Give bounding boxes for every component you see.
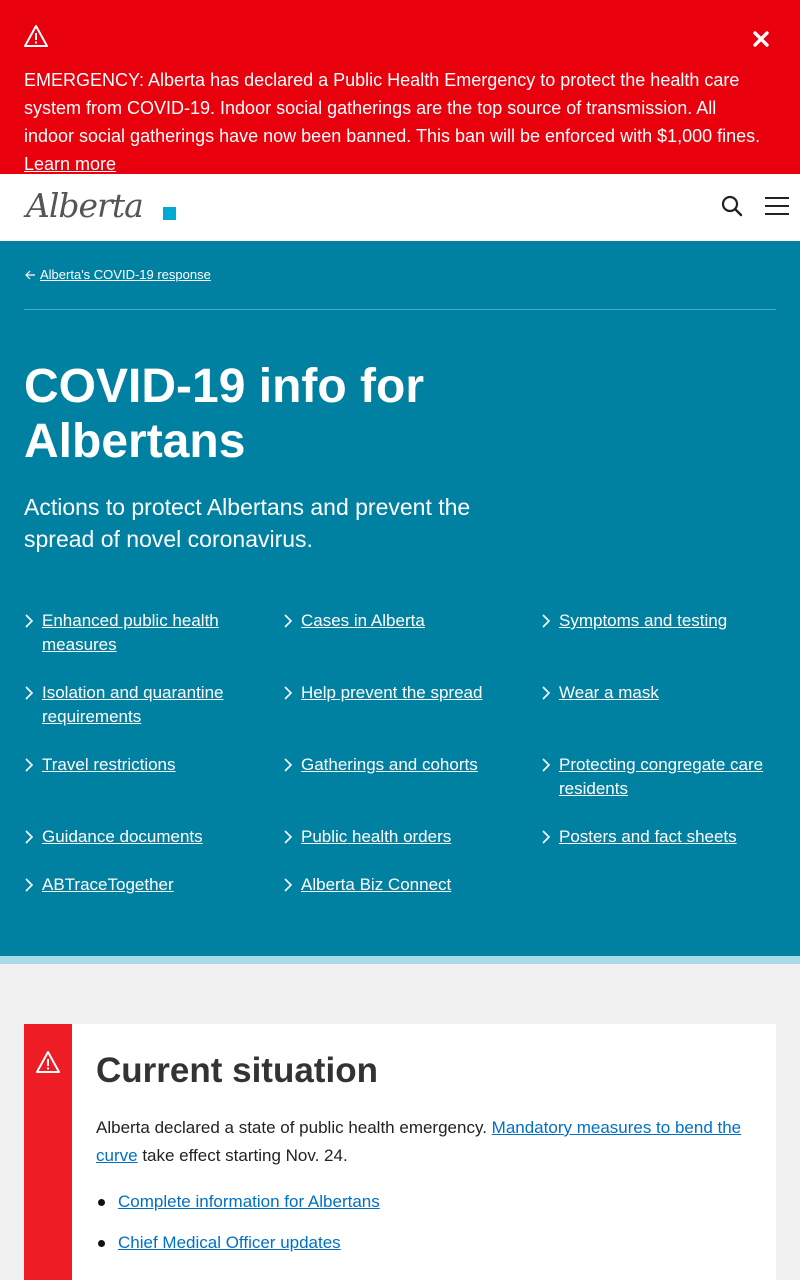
- quick-link[interactable]: Wear a mask: [541, 681, 771, 705]
- hero-divider: [24, 309, 776, 310]
- quick-link-label: Enhanced public health measures: [42, 611, 219, 654]
- quick-link-label: Travel restrictions: [42, 755, 176, 774]
- alert-message: EMERGENCY: Alberta has declared a Public…: [24, 66, 764, 178]
- quick-link[interactable]: Protecting congregate care residents: [541, 753, 771, 801]
- chief-medical-officer-link[interactable]: Chief Medical Officer updates: [118, 1233, 341, 1252]
- quick-link-label: Isolation and quarantine requirements: [42, 683, 224, 726]
- quick-link[interactable]: ABTraceTogether: [24, 873, 254, 897]
- situation-text-after: take effect starting Nov. 24.: [142, 1146, 348, 1165]
- alberta-logo[interactable]: Alberta: [26, 184, 180, 230]
- hero-bottom-stripe: [0, 956, 800, 964]
- quick-link-label: Cases in Alberta: [301, 611, 425, 630]
- quick-link[interactable]: Guidance documents: [24, 825, 254, 849]
- chevron-right-icon: [284, 686, 293, 700]
- quick-link-label: Symptoms and testing: [559, 611, 728, 630]
- chevron-right-icon: [284, 830, 293, 844]
- chevron-right-icon: [284, 614, 293, 628]
- situation-text: Alberta declared a state of public healt…: [96, 1114, 756, 1170]
- page-title: COVID-19 info for Albertans: [24, 360, 425, 468]
- quick-link-label: Public health orders: [301, 827, 452, 846]
- quick-link-label: Help prevent the spread: [301, 683, 483, 702]
- chevron-right-icon: [542, 686, 551, 700]
- situation-title: Current situation: [96, 1051, 378, 1090]
- quick-link-label: Posters and fact sheets: [559, 827, 737, 846]
- quick-link[interactable]: Isolation and quarantine requirements: [24, 681, 254, 729]
- logo-flag-mark: [163, 207, 176, 220]
- arrow-left-icon: [25, 270, 35, 279]
- warning-triangle-icon: [24, 25, 48, 47]
- warning-triangle-icon: [36, 1051, 60, 1073]
- situation-text-before: Alberta declared a state of public healt…: [96, 1118, 487, 1137]
- quick-link-label: Wear a mask: [559, 683, 659, 702]
- emergency-alert-banner: EMERGENCY: Alberta has declared a Public…: [0, 0, 800, 174]
- quick-link[interactable]: Help prevent the spread: [283, 681, 513, 705]
- quick-link-label: Gatherings and cohorts: [301, 755, 478, 774]
- list-item: Complete information for Albertans: [96, 1190, 380, 1214]
- chevron-right-icon: [25, 758, 34, 772]
- chevron-right-icon: [25, 878, 34, 892]
- quick-link-label: ABTraceTogether: [42, 875, 174, 894]
- alert-message-text: EMERGENCY: Alberta has declared a Public…: [24, 70, 761, 146]
- quick-link-label: Guidance documents: [42, 827, 203, 846]
- quick-link[interactable]: Symptoms and testing: [541, 609, 771, 633]
- breadcrumb[interactable]: Alberta's COVID-19 response: [24, 267, 211, 282]
- hero-section: Alberta's COVID-19 response COVID-19 inf…: [0, 241, 800, 956]
- quick-link[interactable]: Cases in Alberta: [283, 609, 513, 633]
- chevron-right-icon: [25, 614, 34, 628]
- page-subtitle: Actions to protect Albertans and prevent…: [24, 494, 471, 552]
- chevron-right-icon: [284, 758, 293, 772]
- quick-link-label: Protecting congregate care residents: [559, 755, 764, 798]
- card-accent-bar: [24, 1024, 72, 1280]
- chevron-right-icon: [25, 686, 34, 700]
- quick-link[interactable]: Gatherings and cohorts: [283, 753, 513, 777]
- quick-link[interactable]: Posters and fact sheets: [541, 825, 771, 849]
- chevron-right-icon: [542, 614, 551, 628]
- chevron-right-icon: [284, 878, 293, 892]
- chevron-right-icon: [25, 830, 34, 844]
- logo-wordmark: Alberta: [26, 186, 144, 225]
- quick-link[interactable]: Enhanced public health measures: [24, 609, 254, 657]
- situation-link-list: Complete information for Albertans Chief…: [96, 1190, 380, 1272]
- quick-link[interactable]: Public health orders: [283, 825, 513, 849]
- search-icon[interactable]: [720, 194, 744, 218]
- learn-more-link[interactable]: Learn more: [24, 154, 116, 174]
- site-header: Alberta: [0, 174, 800, 241]
- quick-link[interactable]: Alberta Biz Connect: [283, 873, 513, 897]
- breadcrumb-link[interactable]: Alberta's COVID-19 response: [40, 267, 211, 282]
- list-item: Chief Medical Officer updates: [96, 1231, 380, 1255]
- hamburger-menu-icon[interactable]: [765, 196, 789, 216]
- quick-link[interactable]: Travel restrictions: [24, 753, 254, 777]
- current-situation-card: Current situation Alberta declared a sta…: [24, 1024, 776, 1280]
- complete-information-link[interactable]: Complete information for Albertans: [118, 1192, 380, 1211]
- close-icon[interactable]: [748, 26, 774, 52]
- chevron-right-icon: [542, 758, 551, 772]
- chevron-right-icon: [542, 830, 551, 844]
- quick-link-label: Alberta Biz Connect: [301, 875, 452, 894]
